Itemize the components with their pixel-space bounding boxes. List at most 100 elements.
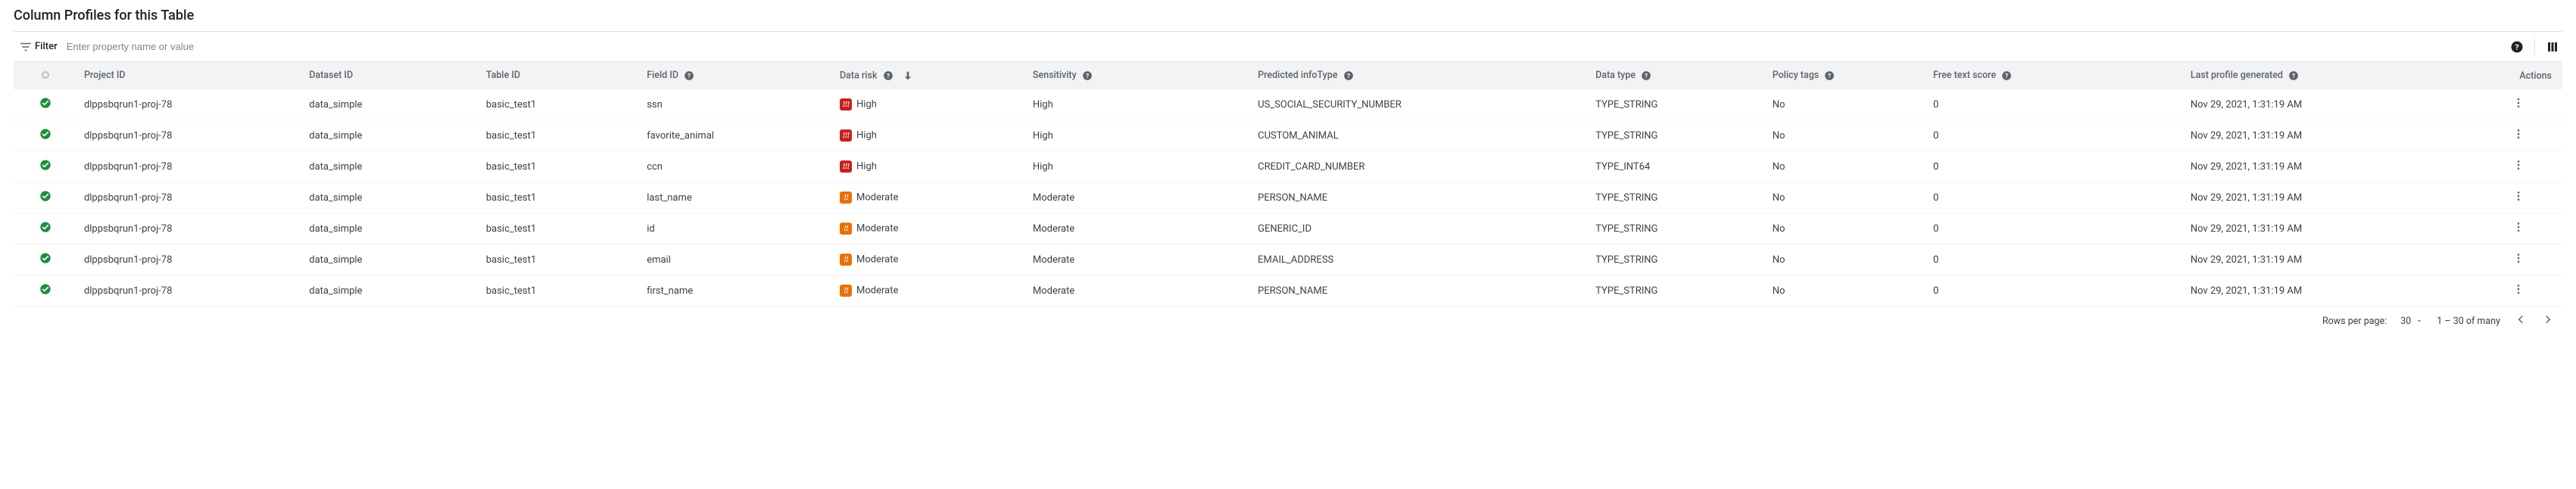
col-sensitivity[interactable]: Sensitivity ? (1027, 62, 1252, 89)
cell-infotype: EMAIL_ADDRESS (1252, 244, 1589, 276)
col-infotype-label: Predicted infoType (1258, 70, 1337, 82)
cell-freetext: 0 (1927, 244, 2185, 276)
table-row[interactable]: dlppsbqrun1-proj-78data_simplebasic_test… (14, 213, 2562, 244)
check-circle-icon (39, 128, 51, 140)
table-row[interactable]: dlppsbqrun1-proj-78data_simplebasic_test… (14, 276, 2562, 307)
cell-sensitivity: High (1027, 120, 1252, 151)
row-actions-menu[interactable] (2474, 276, 2562, 307)
table-row[interactable]: dlppsbqrun1-proj-78data_simplebasic_test… (14, 244, 2562, 276)
cell-sensitivity: High (1027, 151, 1252, 182)
cell-table: basic_test1 (480, 182, 641, 213)
col-field-label: Field ID (647, 70, 678, 82)
cell-field: ccn (641, 151, 834, 182)
table-row[interactable]: dlppsbqrun1-proj-78data_simplebasic_test… (14, 182, 2562, 213)
col-table-label: Table ID (486, 70, 520, 82)
filter-input[interactable] (64, 36, 2510, 57)
cell-project: dlppsbqrun1-proj-78 (78, 244, 303, 276)
cell-infotype: CUSTOM_ANIMAL (1252, 120, 1589, 151)
column-settings-icon[interactable] (2546, 40, 2559, 54)
cell-dataset: data_simple (303, 276, 480, 307)
cell-infotype: CREDIT_CARD_NUMBER (1252, 151, 1589, 182)
col-project-label: Project ID (84, 70, 126, 82)
col-dataset[interactable]: Dataset ID (303, 62, 480, 89)
risk-text: Moderate (856, 192, 898, 204)
cell-risk: !!!High (834, 151, 1027, 182)
cell-datatype: TYPE_STRING (1589, 120, 1767, 151)
help-icon[interactable]: ? (684, 70, 694, 81)
col-datatype[interactable]: Data type ? (1589, 62, 1767, 89)
svg-text:?: ? (887, 72, 890, 79)
cell-project: dlppsbqrun1-proj-78 (78, 151, 303, 182)
svg-text:?: ? (1347, 72, 1350, 79)
row-actions-menu[interactable] (2474, 151, 2562, 182)
help-icon[interactable]: ? (2001, 70, 2012, 81)
cell-policy: No (1767, 151, 1927, 182)
cell-datatype: TYPE_STRING (1589, 244, 1767, 276)
table-row[interactable]: dlppsbqrun1-proj-78data_simplebasic_test… (14, 120, 2562, 151)
check-circle-icon (39, 159, 51, 171)
cell-lastgen: Nov 29, 2021, 1:31:19 AM (2185, 89, 2474, 120)
table-row[interactable]: dlppsbqrun1-proj-78data_simplebasic_test… (14, 151, 2562, 182)
check-circle-icon (39, 252, 51, 264)
cell-risk: !!Moderate (834, 276, 1027, 307)
cell-freetext: 0 (1927, 276, 2185, 307)
help-icon[interactable]: ? (1343, 70, 1354, 81)
cell-project: dlppsbqrun1-proj-78 (78, 213, 303, 244)
svg-text:?: ? (1828, 72, 1831, 79)
risk-text: High (856, 130, 877, 142)
svg-text:?: ? (2515, 42, 2518, 51)
row-actions-menu[interactable] (2474, 120, 2562, 151)
help-icon[interactable]: ? (1824, 70, 1835, 81)
cell-datatype: TYPE_INT64 (1589, 151, 1767, 182)
next-page-button[interactable] (2541, 313, 2555, 329)
cell-policy: No (1767, 276, 1927, 307)
cell-risk: !! Moderate (834, 244, 1027, 276)
help-icon[interactable]: ? (1082, 70, 1093, 81)
row-actions-menu[interactable] (2474, 182, 2562, 213)
row-actions-menu[interactable] (2474, 244, 2562, 276)
col-policy[interactable]: Policy tags ? (1767, 62, 1927, 89)
col-project[interactable]: Project ID (78, 62, 303, 89)
col-field[interactable]: Field ID ? (641, 62, 834, 89)
col-infotype[interactable]: Predicted infoType ? (1252, 62, 1589, 89)
row-actions-menu[interactable] (2474, 89, 2562, 120)
table-row[interactable]: dlppsbqrun1-proj-78data_simplebasic_test… (14, 89, 2562, 120)
cell-sensitivity: High (1027, 89, 1252, 120)
risk-text: High (856, 99, 877, 111)
help-icon[interactable]: ? (883, 70, 893, 81)
cell-table: basic_test1 (480, 89, 641, 120)
prev-page-button[interactable] (2514, 313, 2528, 329)
cell-policy: No (1767, 120, 1927, 151)
cell-table: basic_test1 (480, 213, 641, 244)
cell-sensitivity: Moderate (1027, 276, 1252, 307)
filter-toolbar: Filter ? (14, 31, 2562, 62)
check-circle-icon (39, 97, 51, 109)
cell-risk: !!!High (834, 89, 1027, 120)
risk-text: Moderate (856, 254, 898, 266)
col-status[interactable] (14, 62, 78, 89)
help-icon[interactable]: ? (1641, 70, 1651, 81)
col-lastgen[interactable]: Last profile generated ? (2185, 62, 2474, 89)
row-actions-menu[interactable] (2474, 213, 2562, 244)
cell-risk: !!Moderate (834, 213, 1027, 244)
cell-project: dlppsbqrun1-proj-78 (78, 276, 303, 307)
cell-datatype: TYPE_STRING (1589, 182, 1767, 213)
cell-field: last_name (641, 182, 834, 213)
help-icon[interactable]: ? (2510, 40, 2524, 54)
status-indicator-icon (42, 71, 49, 79)
col-freetext[interactable]: Free text score ? (1927, 62, 2185, 89)
help-icon[interactable]: ? (2288, 70, 2299, 81)
col-dataset-label: Dataset ID (309, 70, 353, 82)
cell-table: basic_test1 (480, 151, 641, 182)
rows-per-page-value: 30 (2400, 316, 2411, 327)
col-risk[interactable]: Data risk ? (834, 62, 1027, 89)
check-circle-icon (39, 190, 51, 202)
cell-table: basic_test1 (480, 244, 641, 276)
range-label: 1 – 30 of many (2437, 316, 2500, 327)
risk-text: Moderate (856, 223, 898, 235)
col-table[interactable]: Table ID (480, 62, 641, 89)
cell-policy: No (1767, 244, 1927, 276)
rows-per-page-select[interactable]: 30 (2400, 316, 2423, 327)
cell-freetext: 0 (1927, 182, 2185, 213)
risk-badge-icon: !! (840, 254, 852, 266)
